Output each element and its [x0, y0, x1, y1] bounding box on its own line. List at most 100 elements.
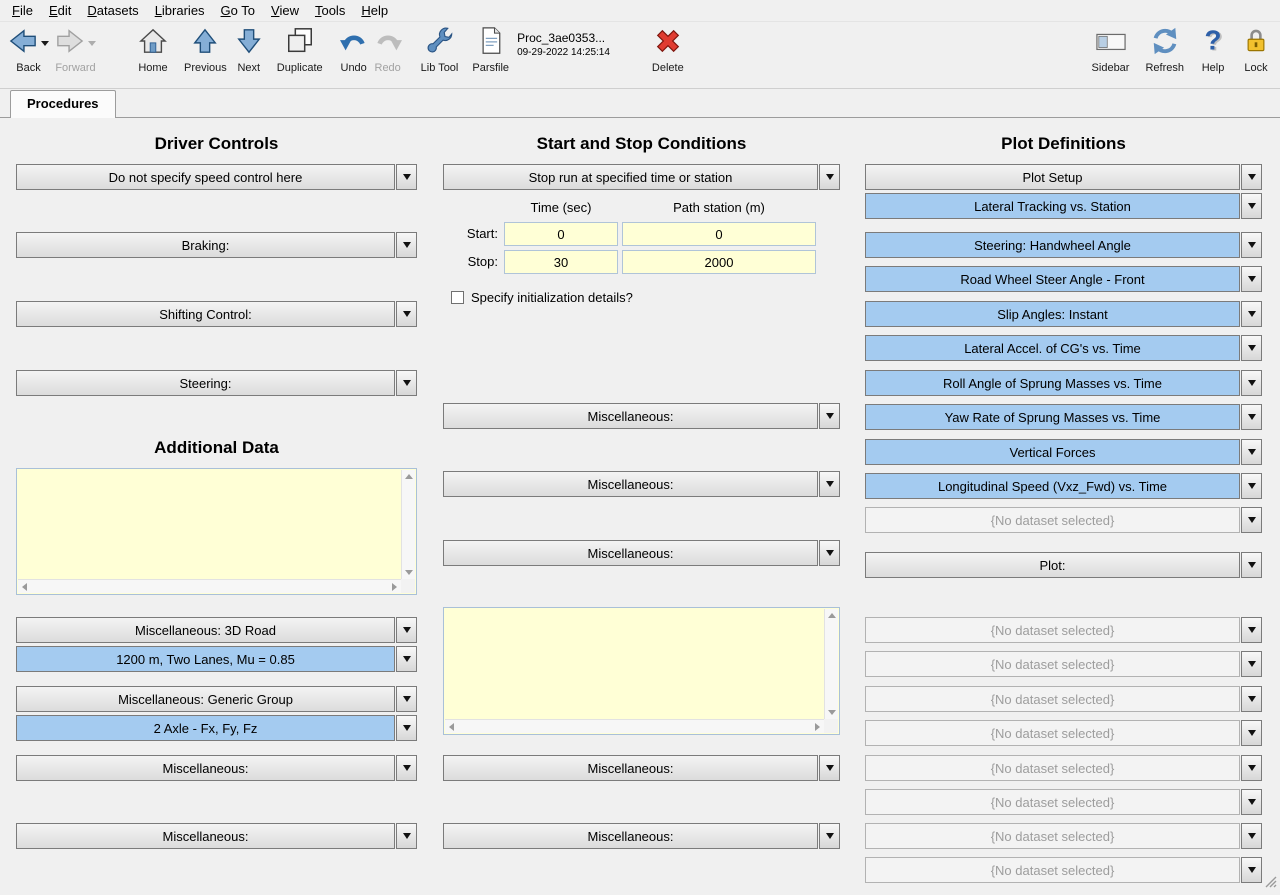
- misc-label[interactable]: Miscellaneous:: [16, 823, 395, 849]
- dropdown-arrow-icon[interactable]: [396, 755, 417, 781]
- no-dataset-value[interactable]: {No dataset selected}: [865, 720, 1240, 746]
- lib-tool-button[interactable]: Lib Tool: [421, 22, 459, 74]
- dropdown-arrow-icon[interactable]: [1241, 857, 1262, 883]
- plot-dropdown-3[interactable]: Road Wheel Steer Angle - Front: [865, 266, 1262, 292]
- plot-dataset-value[interactable]: Roll Angle of Sprung Masses vs. Time: [865, 370, 1240, 396]
- dropdown-arrow-icon[interactable]: [1241, 823, 1262, 849]
- plot-dropdown-4[interactable]: Slip Angles: Instant: [865, 301, 1262, 327]
- menu-datasets[interactable]: Datasets: [79, 1, 146, 21]
- no-dataset-value[interactable]: {No dataset selected}: [865, 755, 1240, 781]
- menu-goto[interactable]: Go To: [213, 1, 263, 21]
- steering-label[interactable]: Steering:: [16, 370, 395, 396]
- braking-dropdown[interactable]: Braking:: [16, 232, 417, 258]
- dropdown-arrow-icon[interactable]: [396, 301, 417, 327]
- delete-button[interactable]: Delete: [652, 22, 684, 74]
- dropdown-arrow-icon[interactable]: [1241, 232, 1262, 258]
- dropdown-arrow-icon[interactable]: [1241, 370, 1262, 396]
- scroll-down-icon[interactable]: [405, 570, 413, 575]
- no-dataset-value[interactable]: {No dataset selected}: [865, 857, 1240, 883]
- no-dataset-value[interactable]: {No dataset selected}: [865, 651, 1240, 677]
- init-details-checkbox[interactable]: [451, 291, 464, 304]
- lock-button[interactable]: Lock: [1242, 22, 1270, 74]
- road-dataset-dropdown[interactable]: 1200 m, Two Lanes, Mu = 0.85: [16, 646, 417, 672]
- plot-dataset-value[interactable]: Longitudinal Speed (Vxz_Fwd) vs. Time: [865, 473, 1240, 499]
- plot-dataset-value[interactable]: Lateral Tracking vs. Station: [865, 193, 1240, 219]
- plot-slot-dropdown-3[interactable]: {No dataset selected}: [865, 686, 1262, 712]
- plot-slot-dropdown-6[interactable]: {No dataset selected}: [865, 789, 1262, 815]
- misc-3d-road-label[interactable]: Miscellaneous: 3D Road: [16, 617, 395, 643]
- dropdown-arrow-icon[interactable]: [819, 823, 840, 849]
- scroll-right-icon[interactable]: [392, 583, 397, 591]
- scroll-right-icon[interactable]: [815, 723, 820, 731]
- vertical-scrollbar[interactable]: [401, 470, 415, 579]
- plot-setup-label[interactable]: Plot Setup: [865, 164, 1240, 190]
- generic-dataset-dropdown[interactable]: 2 Axle - Fx, Fy, Fz: [16, 715, 417, 741]
- dropdown-arrow-icon[interactable]: [1241, 266, 1262, 292]
- misc-dropdown-5[interactable]: Miscellaneous:: [443, 540, 840, 566]
- dropdown-arrow-icon[interactable]: [819, 403, 840, 429]
- next-button[interactable]: Next: [235, 22, 263, 74]
- previous-button[interactable]: Previous: [184, 22, 227, 74]
- misc-label[interactable]: Miscellaneous:: [443, 755, 818, 781]
- run-control-value[interactable]: Stop run at specified time or station: [443, 164, 818, 190]
- scroll-left-icon[interactable]: [449, 723, 454, 731]
- plot-dataset-value[interactable]: Slip Angles: Instant: [865, 301, 1240, 327]
- start-time-field[interactable]: 0: [504, 222, 618, 246]
- menu-help[interactable]: Help: [353, 1, 396, 21]
- no-dataset-value[interactable]: {No dataset selected}: [865, 507, 1240, 533]
- scroll-up-icon[interactable]: [405, 474, 413, 479]
- menu-tools[interactable]: Tools: [307, 1, 353, 21]
- braking-label[interactable]: Braking:: [16, 232, 395, 258]
- plot-dataset-value[interactable]: Yaw Rate of Sprung Masses vs. Time: [865, 404, 1240, 430]
- misc-dropdown-6[interactable]: Miscellaneous:: [443, 755, 840, 781]
- menu-view[interactable]: View: [263, 1, 307, 21]
- run-control-dropdown[interactable]: Stop run at specified time or station: [443, 164, 840, 190]
- dropdown-arrow-icon[interactable]: [396, 715, 417, 741]
- dropdown-arrow-icon[interactable]: [396, 646, 417, 672]
- misc-label[interactable]: Miscellaneous:: [443, 823, 818, 849]
- undo-button[interactable]: Undo: [339, 22, 369, 74]
- scroll-up-icon[interactable]: [828, 613, 836, 618]
- dropdown-arrow-icon[interactable]: [1241, 552, 1262, 578]
- resize-grip[interactable]: [1265, 875, 1277, 893]
- vertical-scrollbar[interactable]: [824, 609, 838, 719]
- dropdown-arrow-icon[interactable]: [1241, 164, 1262, 190]
- init-details-checkbox-row[interactable]: Specify initialization details?: [451, 290, 633, 305]
- plot-dropdown-10-empty[interactable]: {No dataset selected}: [865, 507, 1262, 533]
- dropdown-arrow-icon[interactable]: [1241, 651, 1262, 677]
- menu-libraries[interactable]: Libraries: [147, 1, 213, 21]
- misc-label[interactable]: Miscellaneous:: [16, 755, 395, 781]
- dropdown-arrow-icon[interactable]: [1241, 755, 1262, 781]
- plot-dropdown-1[interactable]: Lateral Tracking vs. Station: [865, 193, 1262, 219]
- misc-dropdown-2[interactable]: Miscellaneous:: [16, 823, 417, 849]
- plot-slot-dropdown-4[interactable]: {No dataset selected}: [865, 720, 1262, 746]
- stop-time-field[interactable]: 30: [504, 250, 618, 274]
- plot-dropdown-2[interactable]: Steering: Handwheel Angle: [865, 232, 1262, 258]
- misc-generic-group-dropdown[interactable]: Miscellaneous: Generic Group: [16, 686, 417, 712]
- additional-data-text[interactable]: [20, 471, 399, 577]
- misc-label[interactable]: Miscellaneous:: [443, 403, 818, 429]
- dropdown-arrow-icon[interactable]: [396, 370, 417, 396]
- plot-setup-dropdown[interactable]: Plot Setup: [865, 164, 1262, 190]
- misc-dropdown-1[interactable]: Miscellaneous:: [16, 755, 417, 781]
- horizontal-scrollbar[interactable]: [18, 579, 401, 593]
- steering-dropdown[interactable]: Steering:: [16, 370, 417, 396]
- dropdown-arrow-icon[interactable]: [819, 755, 840, 781]
- dropdown-arrow-icon[interactable]: [1241, 789, 1262, 815]
- misc-dropdown-7[interactable]: Miscellaneous:: [443, 823, 840, 849]
- dropdown-arrow-icon[interactable]: [1241, 617, 1262, 643]
- back-button[interactable]: Back: [8, 22, 49, 74]
- shifting-control-dropdown[interactable]: Shifting Control:: [16, 301, 417, 327]
- home-button[interactable]: Home: [138, 22, 168, 74]
- dropdown-arrow-icon[interactable]: [819, 164, 840, 190]
- stop-station-field[interactable]: 2000: [622, 250, 816, 274]
- parsfile-button[interactable]: Parsfile: [472, 22, 509, 74]
- shifting-label[interactable]: Shifting Control:: [16, 301, 395, 327]
- misc-generic-group-label[interactable]: Miscellaneous: Generic Group: [16, 686, 395, 712]
- dropdown-arrow-icon[interactable]: [1241, 439, 1262, 465]
- speed-control-value[interactable]: Do not specify speed control here: [16, 164, 395, 190]
- tab-procedures[interactable]: Procedures: [10, 90, 116, 118]
- menu-edit[interactable]: Edit: [41, 1, 79, 21]
- plot-dataset-value[interactable]: Vertical Forces: [865, 439, 1240, 465]
- plot-dropdown-8[interactable]: Vertical Forces: [865, 439, 1262, 465]
